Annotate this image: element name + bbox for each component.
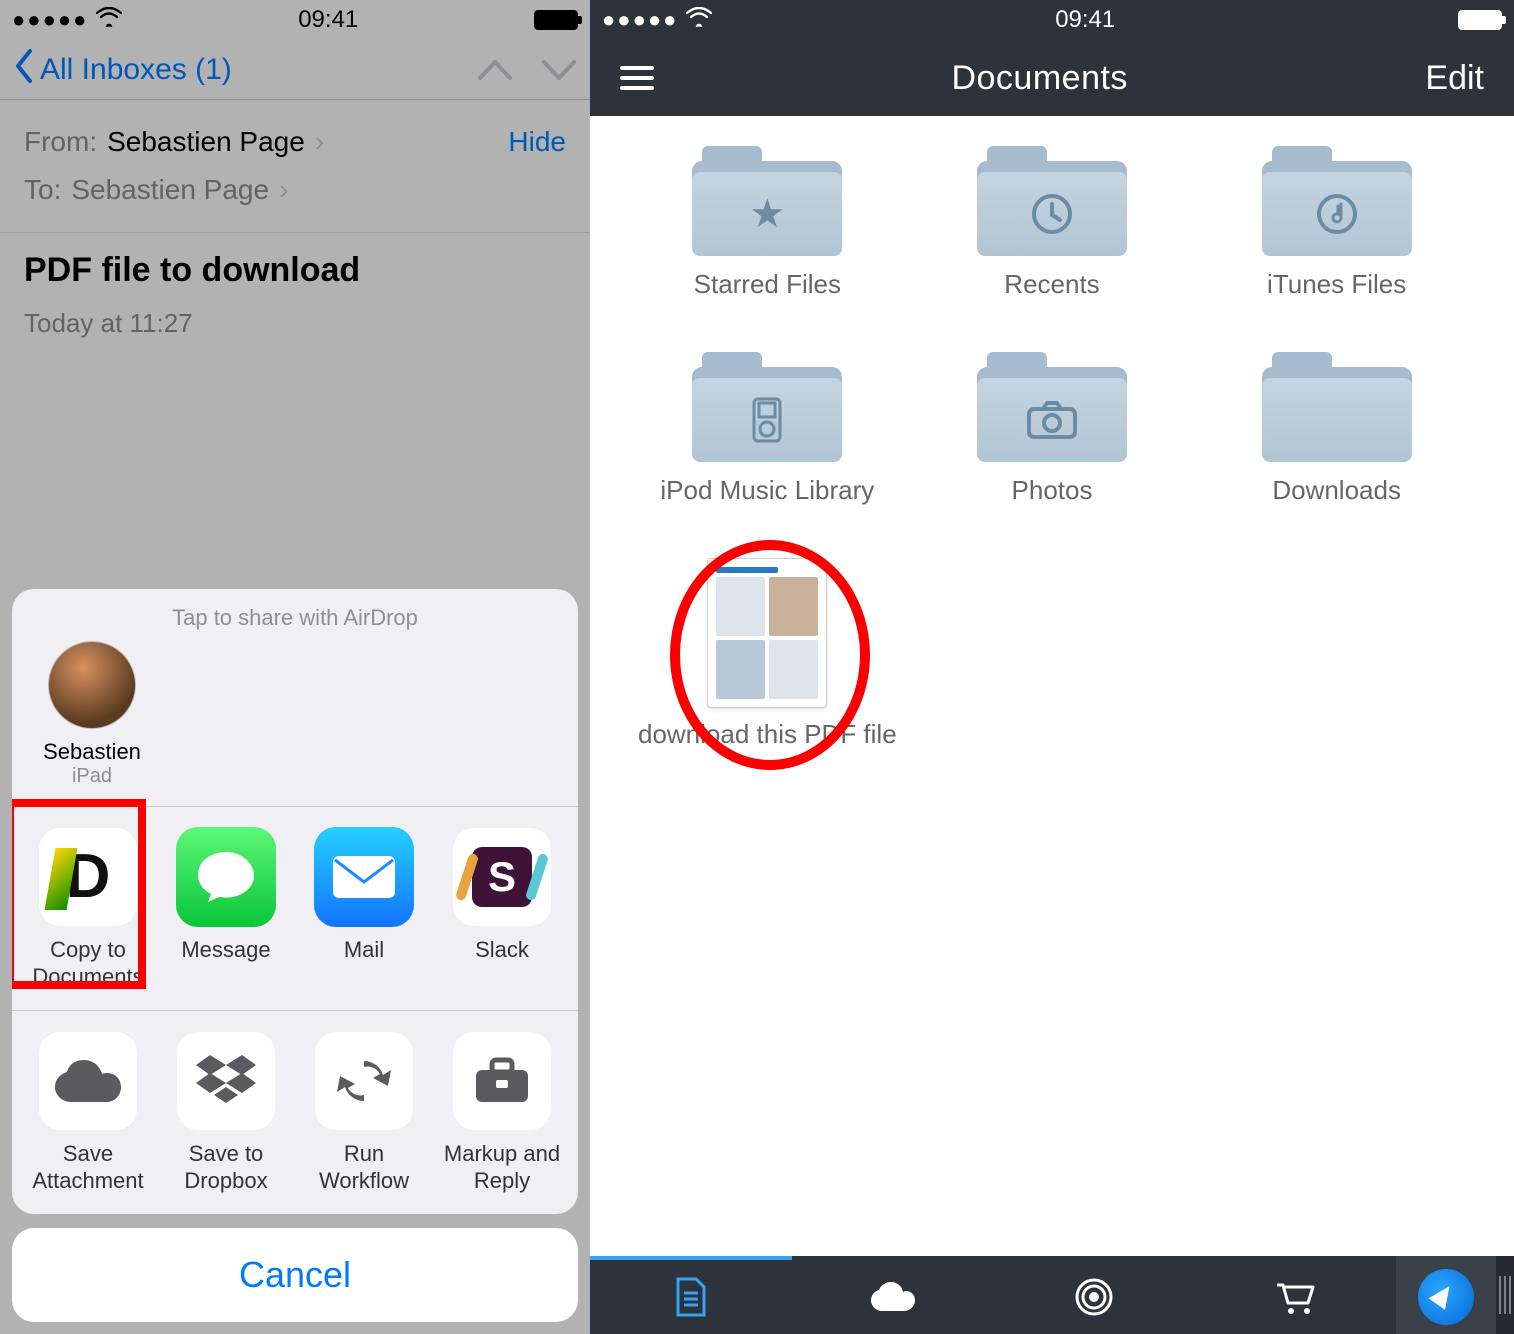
bottom-tab-bar — [590, 1256, 1514, 1334]
docs-nav-bar: Documents Edit — [590, 40, 1514, 116]
slide-over-handle[interactable] — [1496, 1256, 1514, 1334]
share-action-save-attachment[interactable]: Save Attachment — [28, 1031, 148, 1194]
folder-label: iPod Music Library — [630, 474, 905, 538]
mail-screen: ●●●●● 09:41 All Inboxes (1) Fro — [0, 0, 590, 1334]
share-app-label: Mail — [304, 937, 424, 963]
music-note-icon — [1262, 172, 1412, 256]
airdrop-hint: Tap to share with AirDrop — [12, 589, 578, 641]
folder-label: Recents — [915, 268, 1190, 332]
documents-screen: ●●●●● 09:41 Documents Edit ★ Starred Fil… — [590, 0, 1514, 1334]
share-app-copy-to-documents[interactable]: D Copy to Documents — [28, 827, 148, 990]
tab-cloud[interactable] — [792, 1256, 994, 1334]
wifi-icon — [686, 6, 712, 34]
menu-button[interactable] — [620, 66, 654, 90]
share-app-label: Slack — [442, 937, 562, 963]
folder-label: iTunes Files — [1199, 268, 1474, 332]
briefcase-icon — [452, 1031, 552, 1131]
signal-dots-icon: ●●●●● — [602, 7, 678, 33]
page-title: Documents — [951, 59, 1127, 98]
mail-app-icon — [314, 827, 414, 927]
folder-ipod-music-library[interactable]: iPod Music Library — [630, 352, 905, 538]
share-action-markup-and-reply[interactable]: Markup and Reply — [442, 1031, 562, 1194]
sync-icon — [314, 1031, 414, 1131]
dropbox-icon — [176, 1031, 276, 1131]
folder-label: Photos — [915, 474, 1190, 538]
share-action-run-workflow[interactable]: Run Workflow — [304, 1031, 424, 1194]
share-app-slack[interactable]: S Slack — [442, 827, 562, 963]
share-action-label: Save to Dropbox — [166, 1141, 286, 1194]
status-bar: ●●●●● 09:41 — [590, 0, 1514, 40]
avatar — [48, 641, 136, 729]
share-action-label: Markup and Reply — [442, 1141, 562, 1194]
compass-icon — [1418, 1269, 1474, 1325]
documents-app-icon: D — [38, 827, 138, 927]
folder-icon — [1262, 378, 1412, 462]
battery-icon — [1458, 10, 1502, 30]
edit-button[interactable]: Edit — [1425, 59, 1484, 98]
share-app-mail[interactable]: Mail — [304, 827, 424, 963]
airdrop-target[interactable]: Sebastien iPad — [32, 641, 152, 788]
ipod-icon — [692, 378, 842, 462]
tab-network[interactable] — [993, 1256, 1195, 1334]
folder-label: Downloads — [1199, 474, 1474, 538]
folder-label: Starred Files — [630, 268, 905, 332]
status-time: 09:41 — [1055, 6, 1115, 34]
pdf-thumbnail — [707, 558, 827, 708]
file-download-this-pdf[interactable]: download this PDF file — [630, 558, 905, 751]
airdrop-device: iPad — [32, 765, 152, 788]
cancel-button[interactable]: Cancel — [12, 1228, 578, 1322]
share-action-label: Save Attachment — [28, 1141, 148, 1194]
camera-icon — [977, 378, 1127, 462]
folder-starred-files[interactable]: ★ Starred Files — [630, 146, 905, 332]
tab-browser[interactable] — [1396, 1256, 1496, 1334]
message-app-icon — [176, 827, 276, 927]
share-sheet: Tap to share with AirDrop Sebastien iPad… — [12, 589, 578, 1322]
cloud-icon — [38, 1031, 138, 1131]
tab-store[interactable] — [1195, 1256, 1397, 1334]
share-app-label: Message — [166, 937, 286, 963]
share-app-message[interactable]: Message — [166, 827, 286, 963]
slack-app-icon: S — [452, 827, 552, 927]
folder-downloads[interactable]: Downloads — [1199, 352, 1474, 538]
share-app-label: Copy to Documents — [28, 937, 148, 990]
folder-itunes-files[interactable]: iTunes Files — [1199, 146, 1474, 332]
file-label: download this PDF file — [630, 718, 905, 751]
folder-photos[interactable]: Photos — [915, 352, 1190, 538]
folder-recents[interactable]: Recents — [915, 146, 1190, 332]
tab-documents[interactable] — [590, 1256, 792, 1334]
share-action-label: Run Workflow — [304, 1141, 424, 1194]
star-icon: ★ — [692, 172, 842, 256]
clock-icon — [977, 172, 1127, 256]
documents-grid: ★ Starred Files Recents iTunes Files i — [590, 116, 1514, 751]
airdrop-name: Sebastien — [32, 739, 152, 765]
share-action-save-to-dropbox[interactable]: Save to Dropbox — [166, 1031, 286, 1194]
